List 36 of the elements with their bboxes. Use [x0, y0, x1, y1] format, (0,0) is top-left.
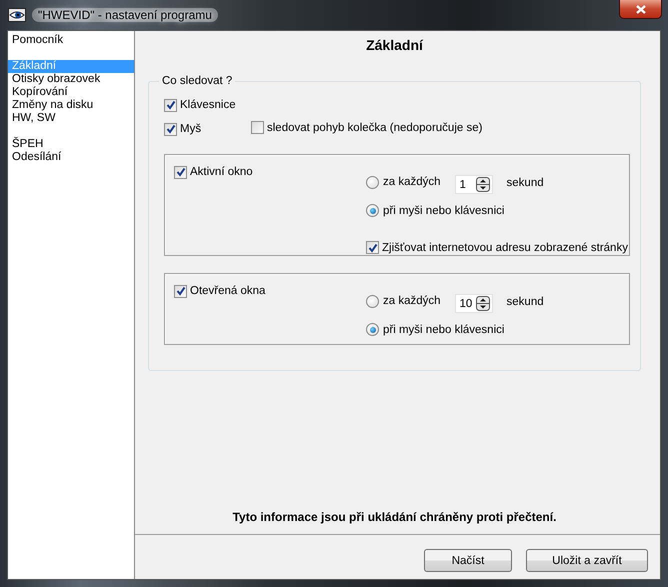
checkmark-icon [368, 242, 378, 252]
radio-button[interactable]: za každých [366, 294, 441, 308]
radio-button[interactable]: při myši nebo klávesnici [366, 322, 504, 336]
unit-label: sekund [506, 176, 544, 188]
sidebar-item[interactable]: Odesílání [8, 151, 134, 164]
checkbox[interactable]: Zjišťovat internetovou adresu zobrazené stránky [366, 240, 628, 254]
checkbox[interactable]: Otevřená okna [174, 284, 266, 298]
dialog-button[interactable]: Načíst [424, 549, 512, 572]
checkbox[interactable]: Myš [164, 122, 202, 136]
close-icon [634, 4, 646, 14]
spin-icon [476, 177, 490, 192]
sidebar-item[interactable]: Pomocník [8, 34, 134, 47]
eye-icon [8, 7, 26, 23]
unit-label: sekund [506, 296, 544, 308]
sidebar-item[interactable]: Kopírování [8, 86, 134, 99]
checkbox[interactable]: sledovat pohyb kolečka (nedoporučuje se) [251, 120, 482, 135]
checkbox[interactable]: Aktivní okno [174, 165, 253, 179]
sidebar-item[interactable]: ŠPEH [8, 138, 134, 151]
group-title: Co sledovat ? [161, 75, 234, 87]
sidebar-item[interactable]: Otisky obrazovek [8, 73, 134, 86]
checkmark-icon [166, 124, 176, 134]
checkmark-icon [176, 167, 186, 177]
dialog-button[interactable]: Uložit a zavřít [526, 549, 648, 572]
info-note: Tyto informace jsou při ukládání chráněny proti přečtení. [232, 510, 558, 526]
close-button[interactable] [619, 0, 662, 19]
checkbox[interactable]: Klávesnice [164, 98, 236, 112]
page-heading: Základní [365, 37, 424, 55]
number-field[interactable]: 10 [454, 294, 493, 313]
checkmark-icon [166, 100, 176, 110]
checkmark-icon [176, 286, 186, 296]
sidebar-item[interactable]: Změny na disku [8, 99, 134, 112]
number-field[interactable]: 1 [454, 175, 493, 194]
sidebar-item[interactable]: HW, SW [8, 112, 134, 125]
radio-button[interactable]: za každých [366, 175, 441, 190]
radio-button[interactable]: při myši nebo klávesnici [366, 204, 504, 218]
spin-icon [476, 296, 490, 311]
